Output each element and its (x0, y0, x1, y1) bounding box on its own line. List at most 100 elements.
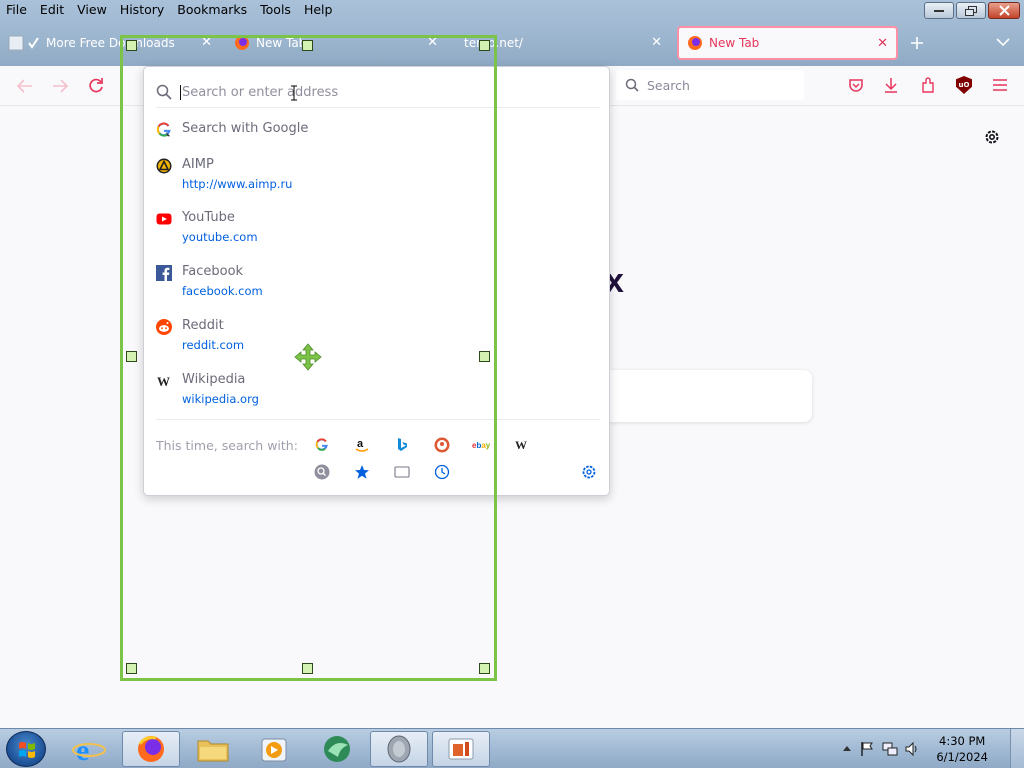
hamburger-menu-icon[interactable] (992, 77, 1008, 93)
forward-arrow-icon[interactable] (51, 77, 69, 95)
oneoff-bing-button[interactable] (393, 436, 411, 454)
reddit-icon (156, 319, 172, 335)
volume-icon[interactable] (904, 741, 920, 757)
oneoff-bookmarks-button[interactable] (353, 463, 371, 481)
urlbar-input[interactable] (180, 84, 580, 100)
system-tray: 4:30 PM 6/1/2024 (834, 729, 1024, 768)
tab-more-free-downloads[interactable]: More Free Downloads ✕ (8, 28, 220, 58)
resize-handle-bottom-right[interactable] (479, 663, 490, 674)
history-clock-icon (434, 464, 450, 480)
divider (156, 107, 600, 108)
close-tab-button[interactable]: ✕ (651, 35, 662, 50)
minimize-button[interactable] (924, 2, 954, 19)
resize-handle-top[interactable] (302, 40, 313, 51)
tab-title: New Tab (256, 36, 307, 50)
close-tab-button[interactable]: ✕ (427, 35, 438, 50)
close-tab-button[interactable]: ✕ (201, 35, 212, 50)
minimize-icon (934, 9, 944, 12)
show-hidden-icons-icon[interactable] (842, 744, 852, 752)
tab-new-tab-1[interactable]: New Tab ✕ (234, 28, 446, 58)
new-tab-button[interactable] (910, 33, 924, 55)
menu-file[interactable]: File (0, 0, 34, 20)
menu-bar: File Edit View History Bookmarks Tools H… (0, 0, 339, 20)
taskbar-internet-explorer[interactable]: e (60, 731, 118, 767)
amazon-icon: a (355, 438, 369, 452)
oneoff-history-button[interactable] (433, 463, 451, 481)
resize-handle-left[interactable] (126, 351, 137, 362)
download-icon[interactable] (883, 77, 899, 93)
resize-handle-top-right[interactable] (479, 40, 490, 51)
taskbar-file-explorer[interactable] (184, 731, 242, 767)
tab-new-tab-active[interactable]: New Tab ✕ (677, 26, 898, 60)
taskbar-office-app[interactable] (432, 731, 490, 767)
result-url: reddit.com (182, 338, 245, 352)
clock-date: 6/1/2024 (936, 750, 988, 764)
firefox-icon (688, 36, 702, 50)
media-player-icon (261, 738, 287, 762)
settings-gear-icon[interactable] (983, 128, 1001, 146)
search-settings-button[interactable] (580, 463, 598, 481)
menu-history[interactable]: History (114, 0, 171, 20)
list-all-tabs-button[interactable] (996, 36, 1010, 51)
toolbar-search-box[interactable]: Search (616, 70, 804, 100)
restore-button[interactable] (956, 2, 986, 19)
menu-help[interactable]: Help (298, 0, 340, 20)
oneoff-wikipedia-button[interactable]: W (513, 436, 531, 454)
aimp-icon (156, 158, 172, 174)
reload-icon[interactable] (87, 77, 105, 95)
resize-handle-right[interactable] (479, 351, 490, 362)
duckduckgo-icon (434, 437, 450, 453)
window-titlebar: File Edit View History Bookmarks Tools H… (0, 0, 1024, 68)
result-url: wikipedia.org (182, 392, 259, 406)
result-url: facebook.com (182, 284, 263, 298)
tab-title: More Free Downloads (46, 36, 175, 50)
menu-edit[interactable]: Edit (34, 0, 71, 20)
start-button[interactable] (6, 731, 46, 767)
oneoff-tabs-button[interactable] (393, 463, 411, 481)
result-title: YouTube (182, 210, 235, 225)
chevron-down-icon (996, 38, 1010, 47)
oneoff-amazon-button[interactable]: a (353, 436, 371, 454)
menu-view[interactable]: View (71, 0, 114, 20)
result-title: Facebook (182, 264, 244, 279)
ebay-icon: ebay (472, 441, 490, 450)
close-tab-button[interactable]: ✕ (877, 36, 888, 51)
back-arrow-icon[interactable] (16, 77, 34, 95)
network-icon[interactable] (882, 741, 898, 757)
firefox-icon (235, 36, 249, 50)
bookmarks-star-icon (355, 465, 369, 479)
move-cross-icon[interactable] (294, 343, 322, 371)
page-search-card[interactable] (608, 370, 812, 422)
oneoff-duckduckgo-button[interactable] (433, 436, 451, 454)
search-placeholder: Search (647, 77, 690, 93)
resize-handle-bottom-left[interactable] (126, 663, 137, 674)
menu-tools[interactable]: Tools (254, 0, 298, 20)
search-icon (314, 464, 330, 480)
oneoff-search-mode-button[interactable] (313, 463, 331, 481)
taskbar-speaker-app[interactable] (370, 731, 428, 767)
extensions-icon[interactable] (920, 77, 936, 93)
resize-handle-bottom[interactable] (302, 663, 313, 674)
ublock-origin-icon[interactable]: uO (956, 76, 972, 94)
bing-icon (398, 438, 407, 451)
action-center-flag-icon[interactable] (860, 741, 874, 757)
taskbar-clock[interactable]: 4:30 PM 6/1/2024 (936, 733, 988, 765)
taskbar-media-player[interactable] (246, 731, 304, 767)
oneoff-ebay-button[interactable]: ebay (472, 436, 490, 454)
menu-bookmarks[interactable]: Bookmarks (171, 0, 254, 20)
svg-text:W: W (515, 438, 527, 452)
resize-handle-top-left[interactable] (126, 40, 137, 51)
speaker-icon (387, 735, 411, 763)
svg-text:e: e (76, 734, 89, 767)
pocket-icon[interactable] (848, 77, 864, 93)
urlbar[interactable] (156, 77, 602, 107)
settings-gear-icon (582, 465, 596, 479)
taskbar-bird-app[interactable] (308, 731, 366, 767)
close-window-button[interactable] (988, 2, 1020, 19)
oneoff-search-label: This time, search with: (156, 438, 298, 453)
oneoff-google-button[interactable] (313, 436, 331, 454)
result-url: http://www.aimp.ru (182, 177, 293, 191)
taskbar-firefox[interactable] (122, 731, 180, 767)
show-desktop-button[interactable] (1010, 729, 1024, 768)
divider (156, 419, 600, 420)
